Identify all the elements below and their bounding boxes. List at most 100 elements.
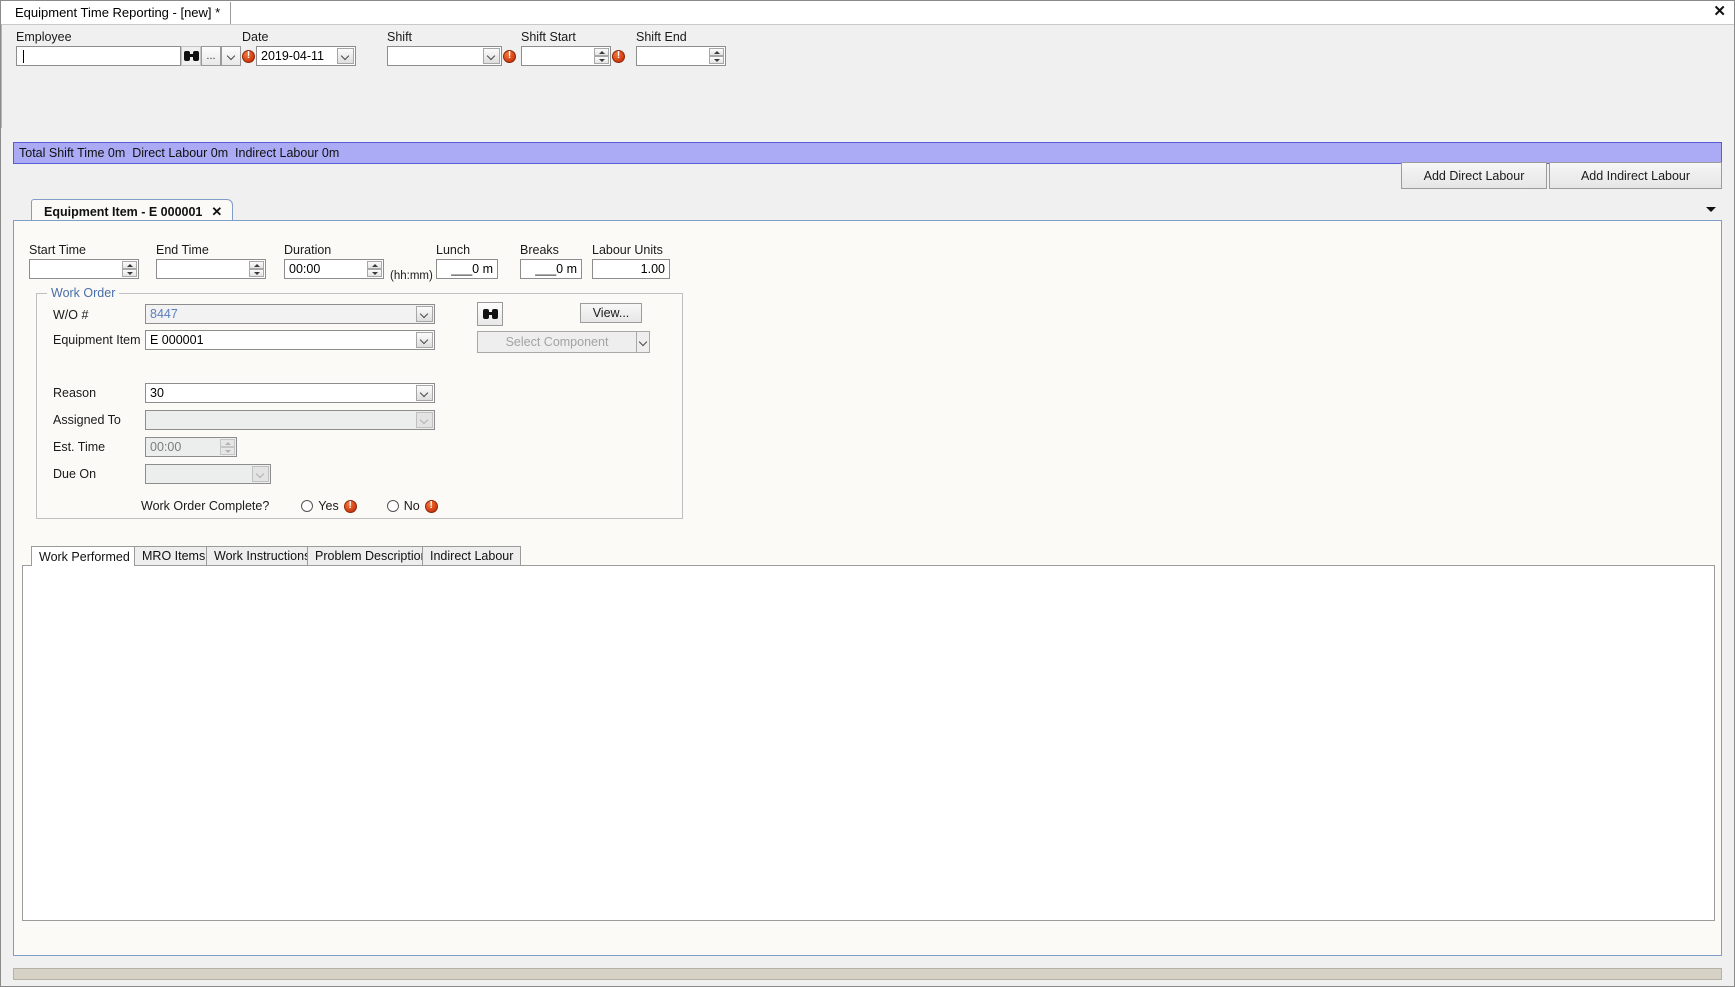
equipment-item-label: Equipment Item	[53, 333, 141, 347]
document-tab-equipment-time-reporting[interactable]: Equipment Time Reporting - [new] *	[7, 2, 232, 24]
wo-number-combo[interactable]: 8447	[145, 304, 435, 324]
due-on-dropdown-arrow[interactable]	[252, 466, 269, 482]
shift-end-spinner[interactable]	[709, 48, 724, 64]
end-time-spinner[interactable]	[249, 261, 264, 277]
spinner-down-button[interactable]	[122, 269, 137, 277]
shift-end-controls	[636, 46, 726, 66]
start-time-input[interactable]	[29, 259, 139, 279]
due-on-combo[interactable]	[145, 464, 271, 484]
spinner-up-button[interactable]	[594, 48, 609, 56]
start-time-spinner[interactable]	[122, 261, 137, 277]
employee-field-group: Employee ...	[16, 30, 241, 66]
bottom-tab-mro-items[interactable]: MRO Items	[134, 546, 214, 566]
work-order-complete-yes-option[interactable]: Yes !	[301, 499, 357, 513]
spinner-up-button[interactable]	[220, 439, 235, 447]
radio-yes[interactable]	[301, 500, 314, 512]
date-dropdown-arrow[interactable]	[337, 48, 354, 64]
breaks-input[interactable]: ___0 m	[520, 259, 582, 279]
equipment-item-combo[interactable]: E 000001	[145, 330, 435, 350]
spinner-down-button[interactable]	[709, 56, 724, 64]
employee-ellipsis-label: ...	[206, 50, 216, 62]
spinner-up-button[interactable]	[249, 261, 264, 269]
reason-label: Reason	[53, 386, 97, 400]
spinner-up-button[interactable]	[709, 48, 724, 56]
date-label: Date	[242, 30, 269, 44]
est-time-spinner[interactable]	[220, 439, 235, 455]
shift-end-label: Shift End	[636, 30, 687, 44]
breaks-group: Breaks ___0 m	[520, 243, 582, 279]
assigned-to-dropdown-arrow[interactable]	[416, 412, 433, 428]
chevron-down-icon	[421, 311, 428, 318]
wo-find-button[interactable]	[477, 302, 503, 326]
date-combo[interactable]: 2019-04-11	[256, 46, 356, 66]
radio-yes-label: Yes	[318, 499, 339, 513]
spinner-up-button[interactable]	[367, 261, 382, 269]
start-time-label: Start Time	[29, 243, 86, 257]
assigned-to-combo[interactable]	[145, 410, 435, 430]
labour-units-input[interactable]: 1.00	[592, 259, 670, 279]
shift-end-input[interactable]	[636, 46, 726, 66]
wo-number-label: W/O #	[53, 308, 89, 322]
employee-find-button[interactable]	[181, 46, 201, 66]
bottom-tab-work-performed[interactable]: Work Performed	[31, 546, 138, 567]
shift-combo[interactable]	[387, 46, 502, 66]
shift-start-spinner[interactable]	[594, 48, 609, 64]
close-icon[interactable]: ✕	[1713, 3, 1726, 21]
work-order-complete-no-error-icon: !	[424, 499, 438, 513]
detail-tab-close-icon[interactable]: ✕	[211, 204, 222, 220]
wo-number-dropdown-arrow[interactable]	[416, 306, 433, 322]
select-component-dropdown-button[interactable]	[637, 331, 650, 353]
end-time-label: End Time	[156, 243, 209, 257]
end-time-input[interactable]	[156, 259, 266, 279]
shift-dropdown-arrow[interactable]	[483, 48, 500, 64]
shift-summary-text: Total Shift Time 0m Direct Labour 0m Ind…	[19, 146, 340, 160]
date-controls: ! 2019-04-11	[242, 46, 356, 66]
reason-combo[interactable]: 30	[145, 383, 435, 403]
end-time-group: End Time	[156, 243, 266, 279]
bottom-tab-problem-description[interactable]: Problem Description	[307, 546, 436, 566]
equipment-item-value: E 000001	[150, 333, 204, 347]
reason-dropdown-arrow[interactable]	[416, 385, 433, 401]
shift-start-label: Shift Start	[521, 30, 576, 44]
spinner-down-button[interactable]	[249, 269, 264, 277]
add-direct-labour-button[interactable]: Add Direct Labour	[1401, 162, 1547, 189]
equipment-item-dropdown-arrow[interactable]	[416, 332, 433, 348]
tab-overflow-chevron-down-icon[interactable]	[1706, 207, 1716, 212]
assigned-to-label: Assigned To	[53, 413, 121, 427]
bottom-tab-label: MRO Items	[142, 549, 206, 563]
bottom-tab-indirect-labour[interactable]: Indirect Labour	[422, 546, 522, 566]
application-window: Equipment Time Reporting - [new] * ✕ Emp…	[0, 0, 1735, 987]
status-bar	[13, 968, 1722, 980]
employee-dropdown-button[interactable]	[221, 46, 241, 66]
est-time-input[interactable]: 00:00	[145, 437, 237, 457]
lunch-value: ___0 m	[451, 262, 493, 276]
work-order-complete-no-option[interactable]: No !	[386, 499, 438, 513]
spinner-up-button[interactable]	[122, 261, 137, 269]
duration-units-label: (hh:mm)	[390, 270, 433, 282]
radio-no[interactable]	[386, 500, 399, 512]
bottom-tab-strip: Work Performed MRO Items Work Instructio…	[22, 546, 1715, 567]
duration-spinner[interactable]	[367, 261, 382, 277]
shift-start-input[interactable]	[521, 46, 611, 66]
bottom-tab-label: Problem Description	[315, 549, 428, 563]
detail-tab-equipment-item[interactable]: Equipment Item - E 000001 ✕	[31, 199, 234, 221]
bottom-tab-work-instructions[interactable]: Work Instructions	[206, 546, 319, 566]
select-component-button[interactable]: Select Component	[477, 331, 637, 353]
chevron-down-icon	[421, 337, 428, 344]
date-field-group: Date ! 2019-04-11	[242, 30, 356, 66]
lunch-input[interactable]: ___0 m	[436, 259, 498, 279]
wo-view-button[interactable]: View...	[580, 303, 642, 323]
due-on-label: Due On	[53, 467, 97, 481]
employee-ellipsis-button[interactable]: ...	[201, 46, 221, 66]
employee-input[interactable]	[16, 46, 181, 66]
spinner-down-button[interactable]	[594, 56, 609, 64]
add-indirect-labour-button[interactable]: Add Indirect Labour	[1549, 162, 1722, 189]
duration-input[interactable]: 00:00	[284, 259, 384, 279]
wo-view-label: View...	[592, 306, 630, 320]
spinner-down-button[interactable]	[220, 447, 235, 455]
work-performed-content-panel[interactable]	[22, 566, 1715, 921]
spinner-down-button[interactable]	[367, 269, 382, 277]
shift-start-controls: !	[521, 46, 625, 66]
binoculars-icon	[183, 50, 199, 62]
radio-no-label: No	[403, 499, 420, 513]
